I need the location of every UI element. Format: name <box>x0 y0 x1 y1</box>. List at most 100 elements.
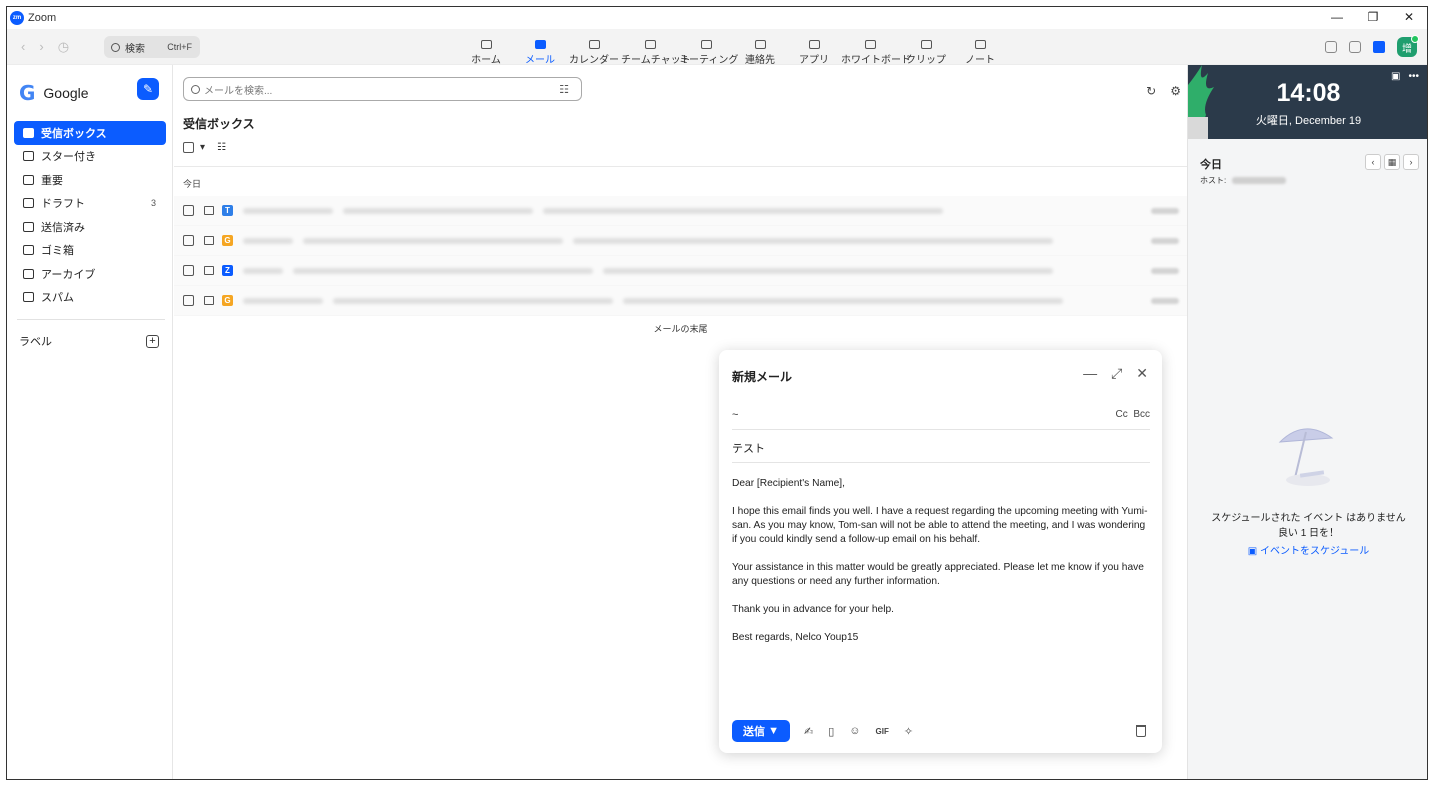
tab-meetings[interactable]: ミーティング <box>679 33 738 66</box>
sidebar-item-drafts[interactable]: ドラフト 3 <box>14 192 166 216</box>
history-icon[interactable]: ◷ <box>58 39 69 55</box>
important-icon[interactable] <box>204 206 214 215</box>
chat-icon <box>644 40 656 49</box>
minimize-button[interactable]: — <box>1319 7 1355 29</box>
forward-arrow-icon[interactable]: › <box>39 39 43 55</box>
tab-apps[interactable]: アプリ <box>787 33 841 66</box>
important-icon[interactable] <box>204 236 214 245</box>
sender-avatar: T <box>222 205 233 216</box>
sidebar-item-important[interactable]: 重要 <box>14 168 166 192</box>
compose-button[interactable]: ✎ <box>137 78 159 100</box>
sidebar-item-trash[interactable]: ゴミ箱 <box>14 239 166 263</box>
body-editor[interactable]: Dear [Recipient's Name], I hope this ema… <box>732 477 1150 659</box>
tab-contacts[interactable]: 連絡先 <box>733 33 787 66</box>
tab-label: メール <box>525 55 555 66</box>
close-button[interactable]: ✕ <box>1391 7 1427 29</box>
search-icon <box>191 84 200 94</box>
clock-time: 14:08 <box>1276 79 1341 107</box>
row-checkbox[interactable] <box>183 265 194 276</box>
ai-sparkle-icon[interactable]: ✧ <box>904 725 913 738</box>
tab-calendar[interactable]: カレンダー <box>567 33 621 66</box>
sidebar-item-sent[interactable]: 送信済み <box>14 215 166 239</box>
discard-trash-icon[interactable] <box>1136 725 1146 737</box>
schedule-event-link[interactable]: ▣ イベントをスケジュール <box>1188 542 1427 557</box>
table-row[interactable]: G <box>174 226 1187 256</box>
mail-search-input[interactable]: メールを検索... ☷ <box>183 77 582 101</box>
tab-label: カレンダー <box>569 55 619 66</box>
redacted-preview <box>243 297 1151 304</box>
tab-label: ホワイトボード <box>841 55 911 66</box>
pencil-icon: ✎ <box>142 82 154 96</box>
tab-mail[interactable]: メール <box>513 33 567 66</box>
labels-section: ラベル + <box>19 333 159 349</box>
calendar-icon[interactable]: ▣ <box>1391 71 1400 82</box>
bell-icon[interactable] <box>1349 41 1361 53</box>
more-icon[interactable]: ••• <box>1408 71 1419 82</box>
notes-icon <box>974 40 986 49</box>
filter-icon[interactable]: ☷ <box>559 83 569 96</box>
home-icon <box>480 40 492 49</box>
main-tabs: ホーム メール カレンダー チームチャット ミーティング 連絡先 アプリ ホワイ… <box>459 33 1007 66</box>
close-icon[interactable]: ✕ <box>1136 365 1148 382</box>
tab-clips[interactable]: クリップ <box>899 33 953 66</box>
gif-button[interactable]: GIF <box>876 727 889 736</box>
attach-file-icon[interactable]: ▯ <box>828 725 834 738</box>
back-arrow-icon[interactable]: ‹ <box>21 39 25 55</box>
tab-notes[interactable]: ノート <box>953 33 1007 66</box>
tab-team-chat[interactable]: チームチャット <box>621 33 691 66</box>
gear-icon[interactable]: ⚙ <box>1170 84 1181 98</box>
subject-field[interactable]: テスト <box>732 433 1150 463</box>
sidebar-item-inbox[interactable]: 受信ボックス <box>14 121 166 145</box>
minimize-icon[interactable]: — <box>1083 365 1097 382</box>
bcc-toggle[interactable]: Bcc <box>1133 409 1150 420</box>
archive-icon <box>23 268 34 279</box>
refresh-icon[interactable]: ↻ <box>1146 84 1156 98</box>
calendar-icon <box>588 40 600 49</box>
tab-home[interactable]: ホーム <box>459 33 513 66</box>
avatar[interactable]: 增 <box>1397 35 1419 57</box>
list-filter-icon[interactable]: ☷ <box>217 142 226 153</box>
sidebar-item-archive[interactable]: アーカイブ <box>14 262 166 286</box>
account-switcher[interactable]: G Google <box>19 81 89 105</box>
table-row[interactable]: T <box>174 196 1187 226</box>
folder-label: 重要 <box>41 174 63 187</box>
send-button[interactable]: 送信 ▼ <box>732 720 790 742</box>
window-title: Zoom <box>28 12 57 24</box>
select-all-checkbox[interactable] <box>183 142 194 153</box>
chevron-down-icon[interactable]: ▾ <box>200 142 205 153</box>
redacted-time <box>1151 237 1179 244</box>
sender-avatar: G <box>222 295 233 306</box>
top-nav: ‹ › ◷ 検索 Ctrl+F ホーム メール カレンダー チームチャット ミー… <box>7 29 1427 66</box>
spam-icon <box>23 292 34 303</box>
sender-avatar: Z <box>222 265 233 276</box>
maximize-button[interactable]: ❐ <box>1355 7 1391 29</box>
sidebar-item-spam[interactable]: スパム <box>14 286 166 310</box>
next-day-icon[interactable]: › <box>1403 154 1419 170</box>
profile-status-icon[interactable] <box>1325 41 1337 53</box>
expand-icon[interactable]: ⤢ <box>1111 365 1122 382</box>
row-checkbox[interactable] <box>183 295 194 306</box>
important-icon[interactable] <box>204 266 214 275</box>
prev-day-icon[interactable]: ‹ <box>1365 154 1381 170</box>
signature-icon[interactable]: ✍ <box>804 725 813 738</box>
emoji-icon[interactable]: ☺ <box>849 725 860 737</box>
whiteboard-icon <box>864 40 876 49</box>
tab-whiteboard[interactable]: ホワイトボード <box>841 33 911 66</box>
agenda-today-label: 今日 <box>1200 159 1222 171</box>
table-row[interactable]: G <box>174 286 1187 316</box>
panel-toggle-icon[interactable] <box>1373 41 1385 53</box>
body-paragraph: Best regards, Nelco Youp15 <box>732 632 859 643</box>
add-label-icon[interactable]: + <box>146 334 159 348</box>
row-checkbox[interactable] <box>183 205 194 216</box>
row-checkbox[interactable] <box>183 235 194 246</box>
table-row[interactable]: Z <box>174 256 1187 286</box>
to-field[interactable]: ~ Cc Bcc <box>732 400 1150 430</box>
contacts-icon <box>754 40 766 49</box>
cc-toggle[interactable]: Cc <box>1116 409 1128 420</box>
folder-label: ドラフト <box>41 198 85 211</box>
date-picker-icon[interactable]: ▦ <box>1384 154 1400 170</box>
global-search[interactable]: 検索 Ctrl+F <box>104 36 200 58</box>
sidebar-item-starred[interactable]: スター付き <box>14 145 166 169</box>
send-menu-icon: ▼ <box>768 725 779 737</box>
important-icon[interactable] <box>204 296 214 305</box>
